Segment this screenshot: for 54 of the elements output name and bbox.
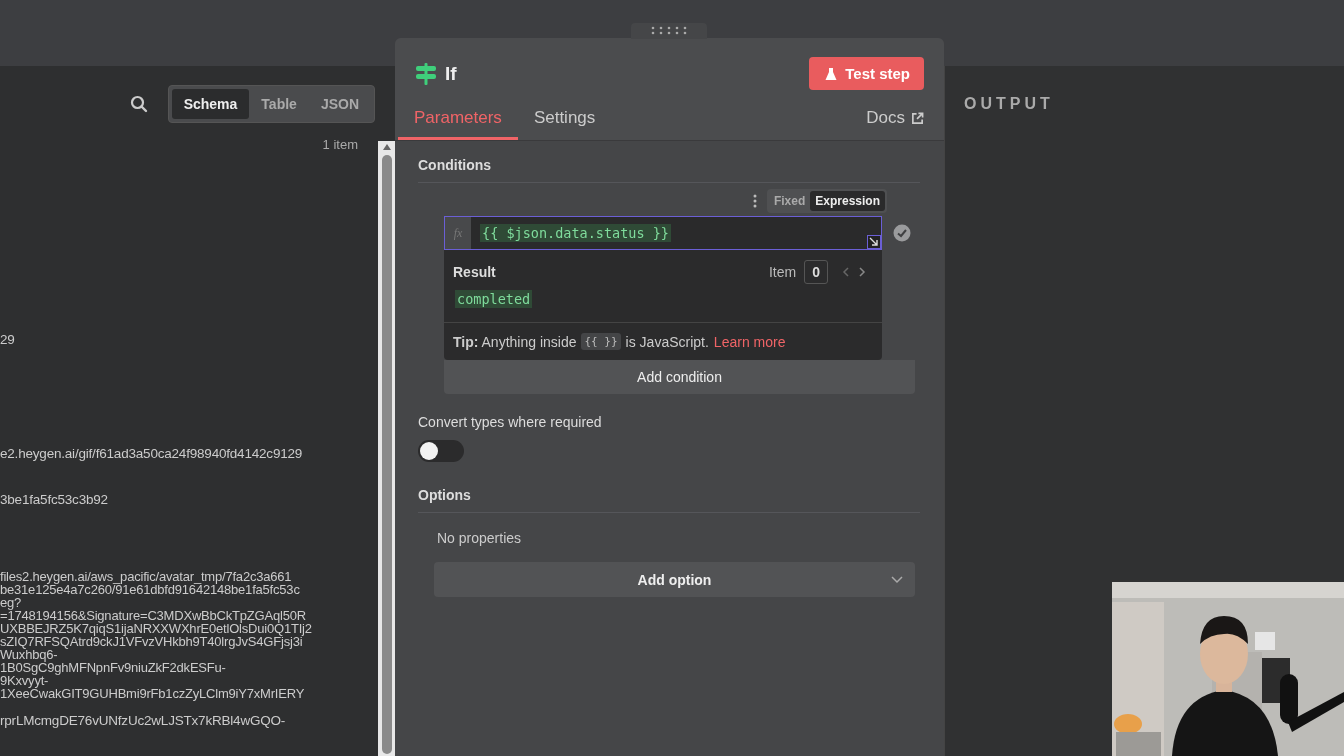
scrollbar[interactable] [378, 141, 395, 756]
external-link-icon [911, 111, 924, 125]
value-text: 1XeeCwakGIT9GUHBmi9rFb1czZyLClm9iY7xMrIERY [0, 687, 306, 700]
node-title: If [445, 62, 458, 85]
drag-handle-icon[interactable] [631, 23, 707, 39]
section-heading: Options [418, 487, 472, 503]
flask-icon [825, 66, 838, 81]
more-options-icon[interactable] [752, 194, 757, 208]
scroll-up-icon[interactable] [381, 143, 392, 151]
value-text: Wuxhbq6- [0, 648, 58, 661]
value-text: 1B0SgC9ghMFNpnFv9niuZkF2dkESFu- [0, 661, 227, 674]
result-value: completed [455, 290, 533, 308]
toggle-switch[interactable] [418, 440, 464, 462]
add-condition-button[interactable]: Add condition [444, 360, 915, 394]
value-text: be31e125e4a7c260/91e61dbfd91642148be1fa5fc53c [0, 583, 301, 596]
value-text: 29 [0, 332, 16, 348]
section-heading: Conditions [418, 157, 493, 173]
chevron-down-icon [891, 576, 903, 584]
mode-option[interactable]: Fixed [768, 191, 811, 211]
value-text: sZIQ7RFSQAtrd9ckJ1VFvzVHkbh9T40lrgJvS4GFjsj3i [0, 635, 303, 648]
value-text: eg? [0, 596, 22, 609]
panel-heading: OUTPUT [964, 95, 1055, 113]
add-option-dropdown[interactable]: Add option [434, 562, 915, 597]
item-label: Item [768, 264, 797, 280]
value-text: =1748194156&Signature=C3MDXwBbCkTpZGAql50R [0, 609, 306, 622]
option-label: Convert types where required [418, 414, 603, 430]
code-snippet: {{ }} [581, 333, 621, 350]
docs-link[interactable]: Docs [866, 108, 924, 140]
tab[interactable]: Settings [517, 100, 612, 140]
tip-text: Tip: Anything inside [453, 333, 577, 350]
value-text: 3be1fa5fc53c3b92 [0, 492, 109, 508]
value-text: 9Kxvyyt- [0, 674, 49, 687]
value-text: UXBBEJRZ5K7qiqS1ijaNRXXWXhrE0etlOlsDui0Q1TIj2 [0, 622, 313, 635]
value-text: files2.heygen.ai/aws_pacific/avatar_tmp/7fa2c3a661 [0, 570, 292, 583]
value-text: e2.heygen.ai/gif/f61ad3a50ca24f98940fd4142c9129 [0, 446, 304, 462]
empty-text: No properties [437, 530, 523, 546]
view-tab[interactable]: Schema [171, 89, 250, 119]
mode-option[interactable]: Expression [810, 191, 885, 211]
item-index-field[interactable]: 0 [804, 260, 828, 284]
expand-icon[interactable] [867, 235, 881, 249]
next-icon[interactable] [858, 266, 866, 278]
test-step-button[interactable]: Test step [809, 57, 924, 90]
search-icon[interactable] [129, 95, 148, 113]
result-heading: Result [453, 264, 496, 280]
item-count: 1 item [322, 137, 358, 152]
view-tab[interactable]: Table [249, 89, 309, 119]
previous-icon[interactable] [842, 266, 850, 278]
learn-more-link[interactable]: Learn more [713, 333, 786, 350]
tip-text: is JavaScript. [625, 333, 709, 350]
expression-text: {{ $json.data.status }} [480, 224, 671, 242]
view-tab[interactable]: JSON [308, 89, 371, 119]
signpost-icon [415, 61, 437, 86]
value-text: rprLMcmgDE76vUNfzUc2wLJSTx7kRBl4wGQO- [0, 713, 287, 729]
tab[interactable]: Parameters [398, 100, 518, 140]
